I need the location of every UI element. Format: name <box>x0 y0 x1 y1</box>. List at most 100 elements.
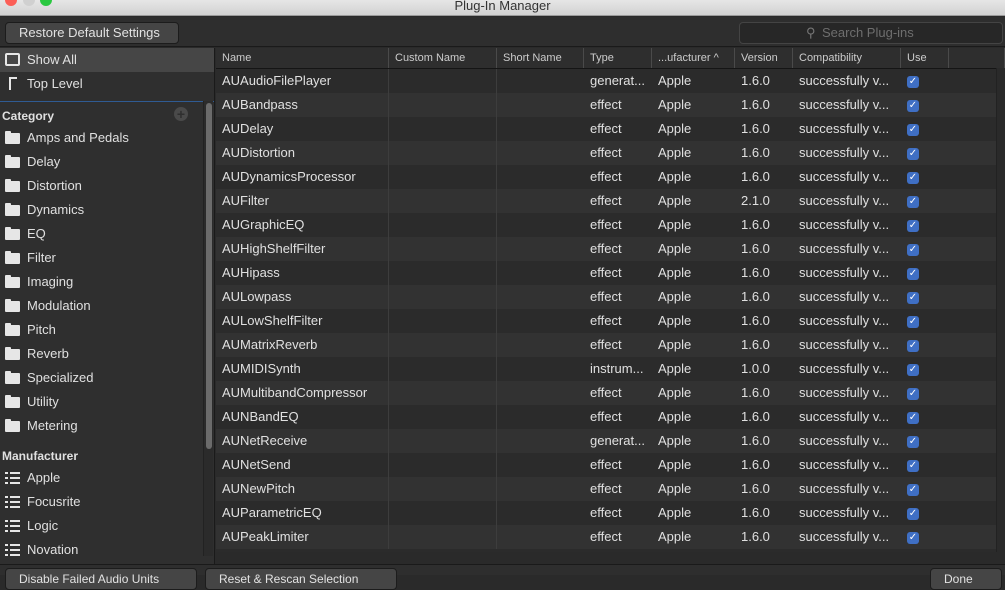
cell-custom-name[interactable] <box>389 189 497 213</box>
table-row[interactable]: AUDelay effect Apple 1.6.0 successfully … <box>216 117 1005 141</box>
disable-failed-button[interactable]: Disable Failed Audio Units <box>5 568 197 590</box>
cell-custom-name[interactable] <box>389 285 497 309</box>
use-checkbox[interactable]: ✓ <box>907 147 919 160</box>
column-header[interactable]: Compatibility <box>793 48 901 68</box>
sidebar-manufacturer-item[interactable]: Focusrite <box>0 490 214 514</box>
sidebar-category-item[interactable]: Pitch <box>0 318 214 342</box>
use-checkbox[interactable]: ✓ <box>907 387 919 400</box>
cell-custom-name[interactable] <box>389 69 497 93</box>
sidebar-category-item[interactable]: Utility <box>0 390 214 414</box>
table-row[interactable]: AUGraphicEQ effect Apple 1.6.0 successfu… <box>216 213 1005 237</box>
sidebar-category-item[interactable]: Delay <box>0 150 214 174</box>
sidebar-category-item[interactable]: Filter <box>0 246 214 270</box>
sidebar-category-item[interactable]: EQ <box>0 222 214 246</box>
cell-custom-name[interactable] <box>389 357 497 381</box>
column-header[interactable]: Type <box>584 48 652 68</box>
folder-icon <box>5 323 20 336</box>
column-header[interactable]: Name <box>216 48 389 68</box>
use-checkbox[interactable]: ✓ <box>907 315 919 328</box>
column-header[interactable]: ...ufacturer ^ <box>652 48 735 68</box>
cell-custom-name[interactable] <box>389 453 497 477</box>
use-checkbox[interactable]: ✓ <box>907 75 919 88</box>
cell-custom-name[interactable] <box>389 501 497 525</box>
use-checkbox[interactable]: ✓ <box>907 195 919 208</box>
use-checkbox[interactable]: ✓ <box>907 459 919 472</box>
use-checkbox[interactable]: ✓ <box>907 363 919 376</box>
column-header[interactable]: Version <box>735 48 793 68</box>
use-checkbox[interactable]: ✓ <box>907 99 919 112</box>
cell-custom-name[interactable] <box>389 477 497 501</box>
sidebar-category-item[interactable]: Distortion <box>0 174 214 198</box>
sidebar-manufacturer-item[interactable]: Logic <box>0 514 214 538</box>
use-checkbox[interactable]: ✓ <box>907 123 919 136</box>
use-checkbox[interactable]: ✓ <box>907 267 919 280</box>
sidebar-category-item[interactable]: Metering <box>0 414 214 438</box>
cell-custom-name[interactable] <box>389 429 497 453</box>
sidebar-item-top-level[interactable]: Top Level <box>0 72 214 96</box>
table-row[interactable]: AUNBandEQ effect Apple 1.6.0 successfull… <box>216 405 1005 429</box>
table-row[interactable]: AUNetSend effect Apple 1.6.0 successfull… <box>216 453 1005 477</box>
cell-custom-name[interactable] <box>389 261 497 285</box>
restore-default-button[interactable]: Restore Default Settings <box>5 22 179 44</box>
table-row[interactable]: AUMatrixReverb effect Apple 1.6.0 succes… <box>216 333 1005 357</box>
minimize-button[interactable] <box>23 0 35 6</box>
sidebar-manufacturer-item[interactable]: Apple <box>0 466 214 490</box>
cell-custom-name[interactable] <box>389 141 497 165</box>
sidebar-category-item[interactable]: Reverb <box>0 342 214 366</box>
table-row[interactable]: AUParametricEQ effect Apple 1.6.0 succes… <box>216 501 1005 525</box>
cell-custom-name[interactable] <box>389 213 497 237</box>
search-input[interactable]: ⚲ Search Plug-ins <box>739 22 1003 44</box>
column-header[interactable]: Custom Name <box>389 48 497 68</box>
use-checkbox[interactable]: ✓ <box>907 243 919 256</box>
cell-custom-name[interactable] <box>389 117 497 141</box>
sidebar-scrollbar[interactable] <box>203 101 213 556</box>
cell-custom-name[interactable] <box>389 405 497 429</box>
sidebar-category-item[interactable]: Amps and Pedals <box>0 126 214 150</box>
cell-custom-name[interactable] <box>389 525 497 549</box>
table-row[interactable]: AUMIDISynth instrum... Apple 1.0.0 succe… <box>216 357 1005 381</box>
reset-rescan-button[interactable]: Reset & Rescan Selection <box>205 568 397 590</box>
sidebar-category-item[interactable]: Imaging <box>0 270 214 294</box>
cell-custom-name[interactable] <box>389 381 497 405</box>
cell-custom-name[interactable] <box>389 165 497 189</box>
cell-custom-name[interactable] <box>389 237 497 261</box>
sidebar-category-item[interactable]: Modulation <box>0 294 214 318</box>
use-checkbox[interactable]: ✓ <box>907 171 919 184</box>
table-row[interactable]: AUMultibandCompressor effect Apple 1.6.0… <box>216 381 1005 405</box>
column-header[interactable]: Use <box>901 48 949 68</box>
use-checkbox[interactable]: ✓ <box>907 531 919 544</box>
table-row[interactable]: AUPeakLimiter effect Apple 1.6.0 success… <box>216 525 1005 549</box>
table-row[interactable]: AUDynamicsProcessor effect Apple 1.6.0 s… <box>216 165 1005 189</box>
table-row[interactable]: AUBandpass effect Apple 1.6.0 successful… <box>216 93 1005 117</box>
table-row[interactable]: AUHipass effect Apple 1.6.0 successfully… <box>216 261 1005 285</box>
table-row[interactable]: AUAudioFilePlayer generat... Apple 1.6.0… <box>216 69 1005 93</box>
sidebar-item-show-all[interactable]: Show All <box>0 48 214 72</box>
cell-custom-name[interactable] <box>389 309 497 333</box>
sidebar-manufacturer-item[interactable]: Novation <box>0 538 214 562</box>
close-button[interactable] <box>5 0 17 6</box>
cell-short-name <box>497 333 584 357</box>
table-scrollbar[interactable] <box>996 68 1005 552</box>
zoom-button[interactable] <box>40 0 52 6</box>
table-row[interactable]: AUFilter effect Apple 2.1.0 successfully… <box>216 189 1005 213</box>
column-header[interactable]: Short Name <box>497 48 584 68</box>
table-row[interactable]: AUNetReceive generat... Apple 1.6.0 succ… <box>216 429 1005 453</box>
use-checkbox[interactable]: ✓ <box>907 411 919 424</box>
use-checkbox[interactable]: ✓ <box>907 339 919 352</box>
use-checkbox[interactable]: ✓ <box>907 483 919 496</box>
table-row[interactable]: AUHighShelfFilter effect Apple 1.6.0 suc… <box>216 237 1005 261</box>
table-row[interactable]: AUNewPitch effect Apple 1.6.0 successful… <box>216 477 1005 501</box>
cell-custom-name[interactable] <box>389 333 497 357</box>
table-row[interactable]: AULowpass effect Apple 1.6.0 successfull… <box>216 285 1005 309</box>
use-checkbox[interactable]: ✓ <box>907 219 919 232</box>
use-checkbox[interactable]: ✓ <box>907 291 919 304</box>
cell-custom-name[interactable] <box>389 93 497 117</box>
sidebar-category-item[interactable]: Specialized <box>0 366 214 390</box>
done-button[interactable]: Done <box>930 568 1002 590</box>
table-row[interactable]: AULowShelfFilter effect Apple 1.6.0 succ… <box>216 309 1005 333</box>
use-checkbox[interactable]: ✓ <box>907 507 919 520</box>
add-category-icon[interactable]: + <box>174 107 188 121</box>
use-checkbox[interactable]: ✓ <box>907 435 919 448</box>
sidebar-category-item[interactable]: Dynamics <box>0 198 214 222</box>
table-row[interactable]: AUDistortion effect Apple 1.6.0 successf… <box>216 141 1005 165</box>
